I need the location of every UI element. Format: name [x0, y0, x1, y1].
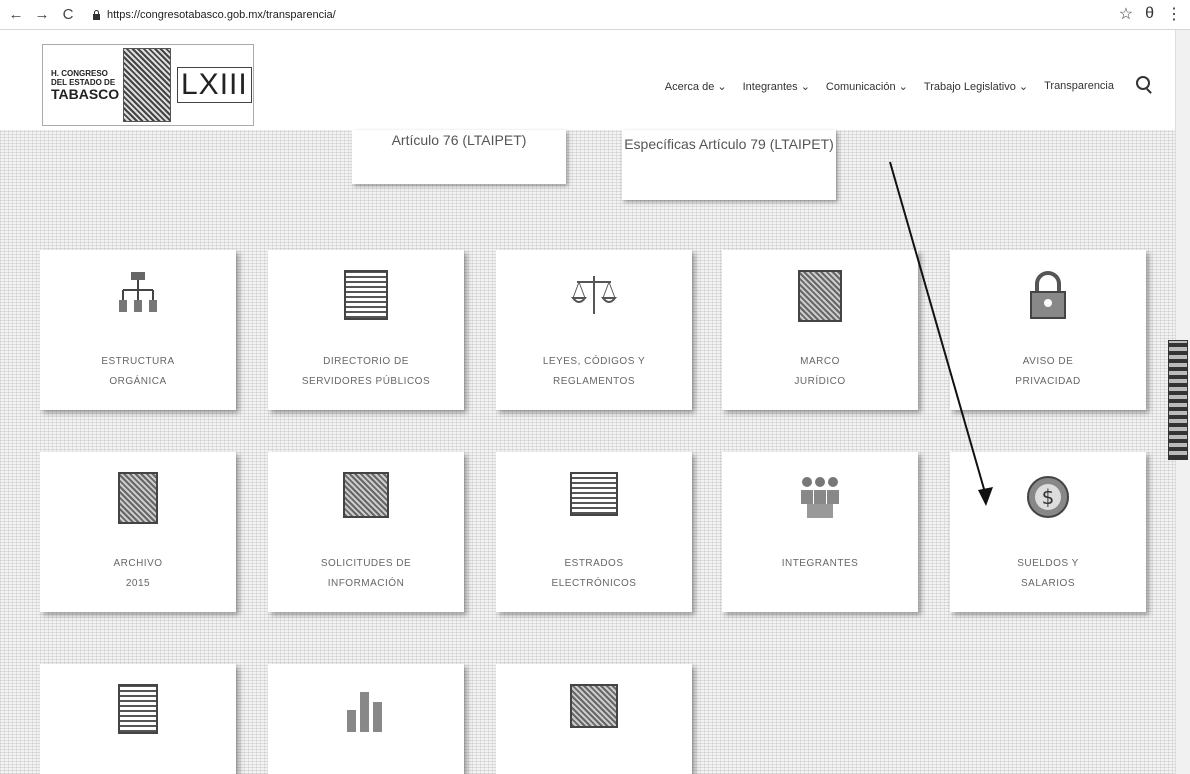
cash-register-icon [570, 684, 618, 728]
tile-directorio[interactable]: DIRECTORIO DE SERVIDORES PÚBLICOS [268, 250, 464, 410]
browser-menu-icon[interactable]: ⋮ [1166, 4, 1182, 24]
tile-calculator[interactable] [40, 664, 236, 774]
tile-label: DIRECTORIO DE SERVIDORES PÚBLICOS [268, 352, 464, 392]
logo-line3: TABASCO [51, 85, 120, 102]
tile-line1: ARCHIVO [113, 558, 163, 569]
site-header: H. CONGRESO DEL ESTADO DE TABASCO LXIII … [0, 30, 1190, 130]
tile-line1: SUELDOS Y [1017, 558, 1079, 569]
tile-line1: LEYES, CÓDIGOS Y [542, 356, 646, 367]
tile-statistics[interactable] [268, 664, 464, 774]
tile-line2: 2015 [125, 578, 151, 589]
articulo-79-card[interactable]: Específicas Artículo 79 (LTAIPET) [622, 130, 836, 200]
book-icon [798, 270, 842, 322]
lock-icon [92, 9, 101, 20]
congress-logo[interactable]: H. CONGRESO DEL ESTADO DE TABASCO LXIII [42, 44, 254, 126]
tile-line2: SALARIOS [1020, 578, 1076, 589]
reload-icon[interactable]: C [58, 5, 78, 25]
tile-line1: INTEGRANTES [781, 558, 859, 569]
tile-line2: ELECTRÓNICOS [551, 578, 637, 589]
board-icon [570, 472, 618, 516]
tile-estrados[interactable]: ESTRADOS ELECTRÓNICOS [496, 452, 692, 612]
tile-label: AVISO DE PRIVACIDAD [950, 352, 1146, 392]
articulo-76-label: Artículo 76 (LTAIPET) [391, 132, 527, 148]
tile-integrantes[interactable]: INTEGRANTES [722, 452, 918, 612]
bar-chart-icon [341, 684, 391, 734]
people-icon [795, 472, 845, 522]
tile-label: MARCO JURÍDICO [722, 352, 918, 392]
tile-label: LEYES, CÓDIGOS Y REGLAMENTOS [496, 352, 692, 392]
org-chart-icon [113, 270, 163, 320]
tile-label: SOLICITUDES DE INFORMACIÓN [268, 554, 464, 594]
tile-label: ESTRUCTURA ORGÁNICA [40, 352, 236, 392]
nav-acerca-de[interactable]: Acerca de ⌄ [665, 80, 727, 93]
nav-integrantes[interactable]: Integrantes ⌄ [743, 80, 810, 93]
tile-solicitudes[interactable]: SOLICITUDES DE INFORMACIÓN [268, 452, 464, 612]
archive-icon [118, 472, 158, 524]
tile-line1: ESTRUCTURA [101, 356, 175, 367]
directory-icon [344, 270, 388, 320]
url-text: https://congresotabasco.gob.mx/transpare… [107, 8, 336, 21]
tile-line2: SERVIDORES PÚBLICOS [301, 376, 431, 387]
tile-label: ESTRADOS ELECTRÓNICOS [496, 554, 692, 594]
tile-marco-juridico[interactable]: MARCO JURÍDICO [722, 250, 918, 410]
calculator-icon [118, 684, 158, 734]
bookmark-star-icon[interactable]: ☆ [1119, 4, 1133, 24]
browser-toolbar: ← → C https://congresotabasco.gob.mx/tra… [0, 0, 1190, 30]
main-nav: Acerca de ⌄ Integrantes ⌄ Comunicación ⌄… [665, 80, 1114, 93]
tile-label: SUELDOS Y SALARIOS [950, 554, 1146, 594]
articulo-79-label: Específicas Artículo 79 (LTAIPET) [624, 136, 834, 152]
logo-text: H. CONGRESO DEL ESTADO DE TABASCO [51, 68, 120, 102]
tile-line2: INFORMACIÓN [327, 578, 405, 589]
tile-estructura-organica[interactable]: ESTRUCTURA ORGÁNICA [40, 250, 236, 410]
tile-sueldos-salarios[interactable]: $ SUELDOS Y SALARIOS [950, 452, 1146, 612]
tile-aviso-privacidad[interactable]: AVISO DE PRIVACIDAD [950, 250, 1146, 410]
padlock-icon [1023, 270, 1073, 320]
search-icon[interactable] [1136, 76, 1150, 90]
tile-line2: JURÍDICO [794, 376, 846, 387]
legislature-number: LXIII [177, 67, 252, 103]
tile-line1: AVISO DE [1022, 356, 1074, 367]
tile-line2: PRIVACIDAD [1015, 376, 1081, 387]
tile-leyes[interactable]: LEYES, CÓDIGOS Y REGLAMENTOS [496, 250, 692, 410]
account-icon[interactable]: θ [1145, 5, 1154, 23]
tile-cash[interactable] [496, 664, 692, 774]
tile-line1: MARCO [800, 356, 840, 367]
request-icon [343, 472, 389, 518]
tile-line1: DIRECTORIO DE [323, 356, 409, 367]
tile-line2: ORGÁNICA [109, 376, 167, 387]
back-icon[interactable]: ← [6, 5, 26, 25]
nav-transparencia[interactable]: Transparencia [1044, 80, 1114, 93]
tile-line2: REGLAMENTOS [553, 376, 635, 387]
logo-line1: H. CONGRESO [51, 68, 108, 78]
tile-archivo-2015[interactable]: ARCHIVO 2015 [40, 452, 236, 612]
articulo-76-card[interactable]: Artículo 76 (LTAIPET) [352, 130, 566, 184]
seal-icon [123, 48, 171, 122]
forward-icon[interactable]: → [32, 5, 52, 25]
address-bar[interactable]: https://congresotabasco.gob.mx/transpare… [92, 5, 336, 25]
nav-trabajo-legislativo[interactable]: Trabajo Legislativo ⌄ [924, 80, 1028, 93]
side-floating-tab[interactable] [1168, 340, 1188, 460]
svg-text:$: $ [1042, 485, 1055, 509]
money-icon: $ [1023, 472, 1073, 522]
nav-comunicacion[interactable]: Comunicación ⌄ [826, 80, 908, 93]
tile-line1: SOLICITUDES DE [320, 558, 412, 569]
scales-icon [569, 270, 619, 320]
tile-line1: ESTRADOS [564, 558, 624, 569]
tile-label: ARCHIVO 2015 [40, 554, 236, 594]
tile-label: INTEGRANTES [722, 554, 918, 574]
